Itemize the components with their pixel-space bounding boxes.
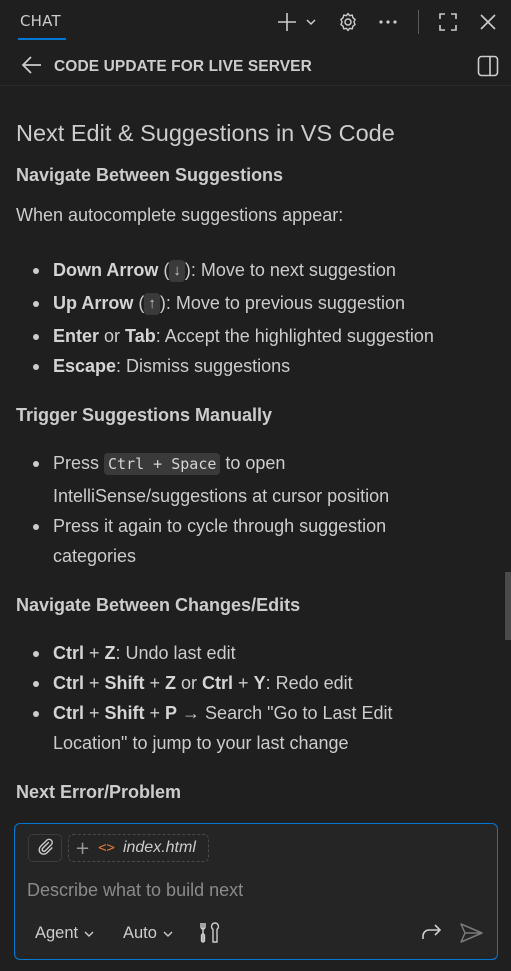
chevron-down-icon	[84, 931, 94, 937]
section-intro: When autocomplete suggestions appear:	[16, 205, 344, 225]
session-title-bar: CODE UPDATE FOR LIVE SERVER	[0, 44, 511, 86]
section-title-suggestions: Navigate Between Suggestions	[16, 165, 284, 185]
list-item: Press Ctrl + Space to open	[53, 453, 286, 475]
bullet	[33, 651, 39, 657]
mode-dropdown[interactable]: Agent	[35, 924, 95, 943]
list-item: Down Arrow (↓): Move to next suggestion	[53, 260, 396, 282]
kbd-key: ↓	[169, 260, 185, 282]
plus-icon[interactable]	[276, 9, 298, 35]
list-item-continuation: categories	[53, 546, 137, 566]
toolbar-divider	[418, 10, 419, 34]
bullet	[33, 681, 39, 687]
tab-chat[interactable]: CHAT	[20, 12, 61, 30]
section-title-errors: Next Error/Problem	[16, 782, 182, 802]
section-title-changes: Navigate Between Changes/Edits	[16, 595, 301, 615]
bullet	[33, 268, 39, 274]
close-icon[interactable]	[478, 9, 498, 35]
list-item: Enter or Tab: Accept the highlighted sug…	[53, 326, 434, 346]
list-item-continuation: IntelliSense/suggestions at cursor posit…	[53, 486, 390, 506]
more-icon[interactable]	[378, 9, 398, 35]
active-tab-indicator	[18, 38, 66, 40]
model-dropdown[interactable]: Auto	[123, 924, 174, 943]
list-item: Ctrl + Shift + P → Search "Go to Last Ed…	[53, 703, 393, 723]
tools-icon[interactable]	[198, 920, 222, 950]
html-file-icon: <>	[98, 840, 115, 856]
list-item: Ctrl + Z: Undo last edit	[53, 643, 236, 663]
chat-input-box: + <> index.html Describe what to build n…	[14, 823, 498, 960]
bullet	[33, 524, 39, 530]
bullet	[33, 711, 39, 717]
bullet	[33, 301, 39, 307]
chevron-down-icon[interactable]	[305, 9, 317, 35]
kbd-key: ↑	[144, 293, 160, 315]
session-title: CODE UPDATE FOR LIVE SERVER	[54, 58, 312, 75]
maximize-icon[interactable]	[437, 9, 459, 35]
model-label: Auto	[123, 924, 157, 942]
gear-icon[interactable]	[337, 9, 359, 35]
attach-icon	[36, 837, 54, 859]
panel-layout-icon[interactable]	[476, 54, 500, 82]
bullet	[33, 461, 39, 467]
chat-response: Next Edit & Suggestions in VS Code Navig…	[0, 86, 505, 820]
bullet	[33, 364, 39, 370]
context-file-chip[interactable]: + <> index.html	[68, 834, 209, 862]
back-arrow-icon[interactable]	[20, 54, 44, 80]
section-title-trigger: Trigger Suggestions Manually	[16, 405, 273, 425]
send-icon[interactable]	[459, 921, 485, 949]
mode-label: Agent	[35, 924, 79, 942]
list-item: Up Arrow (↑): Move to previous suggestio…	[53, 293, 405, 315]
chevron-down-icon	[163, 931, 173, 937]
bullet	[33, 334, 39, 340]
attach-button[interactable]	[28, 834, 62, 862]
redirect-icon[interactable]	[420, 921, 444, 949]
list-item: Press it again to cycle through suggesti…	[53, 516, 387, 536]
list-item-continuation: Location" to jump to your last change	[53, 733, 349, 753]
inline-code: Ctrl + Space	[104, 453, 221, 475]
chat-header: CHAT	[0, 0, 511, 44]
list-item: Ctrl + Shift + Z or Ctrl + Y: Redo edit	[53, 673, 353, 693]
context-file-name: index.html	[122, 839, 196, 856]
list-item: Escape: Dismiss suggestions	[53, 356, 291, 376]
add-context-icon[interactable]: +	[75, 838, 90, 859]
chat-input[interactable]: Describe what to build next	[27, 880, 243, 901]
response-heading: Next Edit & Suggestions in VS Code	[16, 120, 395, 146]
scrollbar-thumb[interactable]	[505, 572, 511, 640]
